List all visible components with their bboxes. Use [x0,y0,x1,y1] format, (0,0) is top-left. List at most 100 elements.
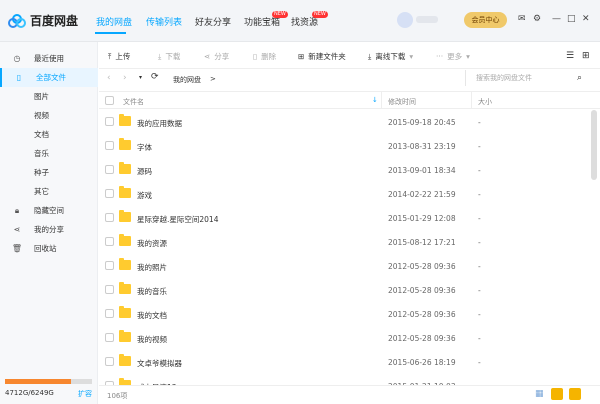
file-name[interactable]: 游戏 [137,190,152,201]
modified-date: 2012-05-28 09:36 [388,310,456,319]
delete-button[interactable]: ▯ 删除 [253,51,276,62]
column-size[interactable]: 大小 [478,97,492,107]
mail-icon[interactable]: ✉ [518,14,526,24]
username-blurred[interactable] [416,16,438,23]
file-name[interactable]: 我的视频 [137,334,167,345]
sidebar-item-label: 我的分享 [34,225,64,234]
modified-date: 2013-08-31 23:19 [388,142,456,151]
row-checkbox[interactable] [105,261,114,270]
file-name[interactable]: 我的应用数据 [137,118,182,129]
file-name[interactable]: 我的照片 [137,262,167,273]
modified-date: 2012-05-28 09:36 [388,334,456,343]
sidebar-item-music[interactable]: 音乐 [0,144,98,163]
row-checkbox[interactable] [105,117,114,126]
row-checkbox[interactable] [105,285,114,294]
minimize-icon[interactable]: — [552,14,561,24]
sidebar-item-label: 图片 [34,92,49,101]
new-folder-button[interactable]: ⊞ 新建文件夹 [298,51,346,62]
share-button[interactable]: ⋖ 分享 [204,51,229,62]
more-button[interactable]: ··· 更多 ▾ [436,51,470,62]
vip-center-button[interactable]: 会员中心 [464,12,507,28]
file-name[interactable]: 我的文档 [137,310,167,321]
sidebar-item-label: 其它 [34,187,49,196]
upload-queue-icon[interactable] [551,388,563,400]
sidebar-item-label: 最近使用 [34,54,64,63]
column-modified[interactable]: 修改时间 [388,97,416,107]
search-icon[interactable]: ⌕ [577,73,582,83]
grid-icon[interactable]: ▦ [535,389,544,399]
storage-text: 4712G/6249G [5,389,54,397]
grid-view-button[interactable]: ⊞ [582,51,590,61]
tab-my-disk[interactable]: 我的网盘 [96,15,132,28]
lock-icon[interactable] [569,388,581,400]
select-all-checkbox[interactable] [105,96,114,105]
file-size: - [478,190,481,199]
file-name[interactable]: 星际穿越.星际空间2014 [137,214,218,225]
tab-transfer-list[interactable]: 传输列表 [146,15,182,28]
row-checkbox[interactable] [105,309,114,318]
tab-friend-share[interactable]: 好友分享 [195,15,231,28]
folder-icon [119,114,131,126]
table-row[interactable]: 字体 2013-08-31 23:19 - [99,134,591,158]
ellipsis-icon: ··· [436,52,444,61]
sidebar-item-recycle-bin[interactable]: 🗑︎ 回收站 [0,239,98,258]
offline-label: 离线下载 [375,52,406,61]
row-checkbox[interactable] [105,333,114,342]
table-row[interactable]: 源码 2013-09-01 18:34 - [99,158,591,182]
table-row[interactable]: 我的文档 2012-05-28 09:36 - [99,302,591,326]
settings-icon[interactable]: ⚙ [533,14,541,24]
table-row[interactable]: 我的资源 2015-08-12 17:21 - [99,230,591,254]
sidebar-item-recent[interactable]: ◷ 最近使用 [0,49,98,68]
file-name[interactable]: 文卓爷模拟器 [137,358,182,369]
table-row[interactable]: 我的音乐 2012-05-28 09:36 - [99,278,591,302]
row-checkbox[interactable] [105,357,114,366]
table-row[interactable]: 星际穿越.星际空间2014 2015-01-29 12:08 - [99,206,591,230]
sidebar-item-label: 音乐 [34,149,49,158]
sidebar-item-videos[interactable]: 视频 [0,106,98,125]
expand-storage-link[interactable]: 扩容 [78,389,92,399]
column-name[interactable]: 文件名 [123,97,144,107]
history-dropdown-icon[interactable]: ▾ [139,74,142,81]
table-row[interactable]: 文卓爷模拟器 2015-06-26 18:19 - [99,350,591,374]
modified-date: 2014-02-22 21:59 [388,190,456,199]
maximize-icon[interactable]: □ [567,14,576,24]
file-name[interactable]: 我的音乐 [137,286,167,297]
clock-icon: ◷ [13,54,21,63]
row-checkbox[interactable] [105,165,114,174]
table-row[interactable]: 我的应用数据 2015-09-18 20:45 - [99,110,591,134]
file-name[interactable]: 源码 [137,166,152,177]
forward-icon[interactable]: › [123,73,127,83]
sort-button[interactable]: ☰ [566,51,574,61]
row-checkbox[interactable] [105,237,114,246]
upload-button[interactable]: ⤒ 上传 [108,51,130,62]
table-row[interactable]: 我的照片 2012-05-28 09:36 - [99,254,591,278]
file-size: - [478,118,481,127]
search-input[interactable]: 搜索我的网盘文件 [465,70,595,86]
sidebar-item-docs[interactable]: 文档 [0,125,98,144]
file-name[interactable]: 字体 [137,142,152,153]
row-checkbox[interactable] [105,213,114,222]
sidebar-item-my-shares[interactable]: ⋖ 我的分享 [0,220,98,239]
download-button[interactable]: ⤓ 下载 [158,51,180,62]
row-checkbox[interactable] [105,189,114,198]
sidebar-item-hidden-space[interactable]: 🔒︎ 隐藏空间 [0,201,98,220]
modified-date: 2012-05-28 09:36 [388,286,456,295]
scrollbar[interactable] [591,110,597,180]
sidebar-item-other[interactable]: 其它 [0,182,98,201]
back-icon[interactable]: ‹ [107,73,111,83]
file-name[interactable]: 我的资源 [137,238,167,249]
sidebar-item-all-files[interactable]: ▯ 全部文件 [0,68,98,87]
table-row[interactable]: 我的视频 2012-05-28 09:36 - [99,326,591,350]
table-row[interactable]: 游戏 2014-02-22 21:59 - [99,182,591,206]
avatar[interactable] [397,12,413,28]
trash-icon: ▯ [253,52,258,61]
breadcrumb-my-disk[interactable]: 我的网盘 [173,75,201,85]
sidebar-item-torrents[interactable]: 种子 [0,163,98,182]
offline-download-button[interactable]: ⤓ 离线下载 ▾ [368,51,413,62]
refresh-icon[interactable]: ⟳ [151,72,159,82]
file-size: - [478,262,481,271]
title-bar: 百度网盘 我的网盘 传输列表 好友分享 功能宝箱 NEW 找资源 NEW 会员中… [0,0,600,42]
row-checkbox[interactable] [105,141,114,150]
close-icon[interactable]: ✕ [582,14,590,24]
sidebar-item-images[interactable]: 图片 [0,87,98,106]
